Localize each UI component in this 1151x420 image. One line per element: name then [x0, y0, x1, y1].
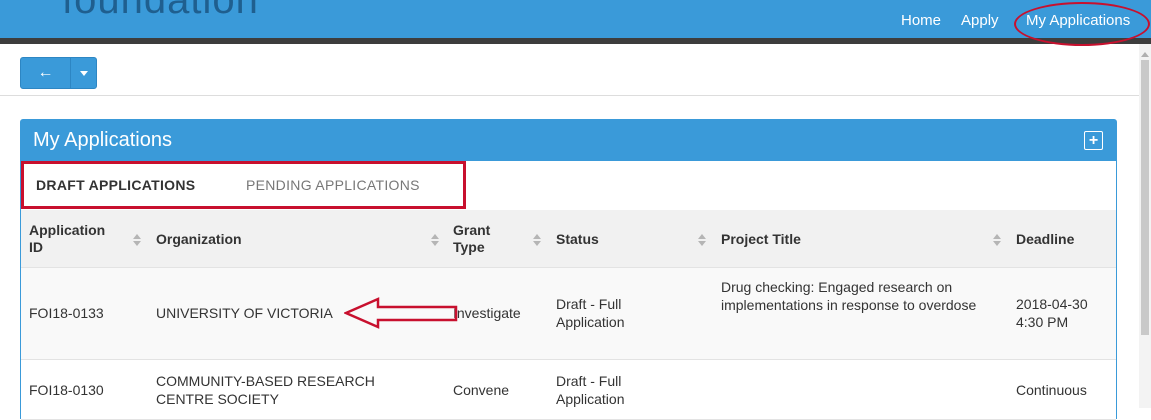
- column-header-grant-type[interactable]: Grant Type: [453, 222, 503, 256]
- sort-icon[interactable]: [133, 234, 141, 246]
- top-navbar: foundation Home Apply My Applications: [0, 0, 1151, 40]
- cell-grant-type: Investigate: [453, 305, 521, 321]
- panel-title: My Applications: [33, 129, 172, 151]
- column-header-organization[interactable]: Organization: [156, 231, 242, 248]
- cell-grant-type: Convene: [453, 382, 510, 398]
- logo[interactable]: foundation: [62, 0, 259, 23]
- cell-deadline: Continuous: [1016, 382, 1087, 398]
- cell-application-id[interactable]: FOI18-0133: [29, 304, 104, 322]
- panel-header: My Applications +: [21, 120, 1116, 161]
- chevron-down-icon: [79, 70, 88, 76]
- add-application-button[interactable]: +: [1084, 131, 1103, 150]
- toolbar-divider: [0, 95, 1139, 96]
- sort-icon[interactable]: [533, 234, 541, 246]
- plus-icon: +: [1088, 131, 1099, 149]
- back-button[interactable]: ←: [21, 58, 71, 88]
- nav-my-applications[interactable]: My Applications: [1026, 12, 1130, 29]
- table-row[interactable]: FOI18-0130 COMMUNITY-BASED RESEARCH CENT…: [21, 360, 1116, 420]
- tab-pending-applications[interactable]: PENDING APPLICATIONS: [246, 177, 420, 193]
- back-button-group[interactable]: ←: [20, 57, 97, 89]
- column-header-application-id[interactable]: Application ID: [29, 222, 109, 256]
- cell-application-id[interactable]: FOI18-0130: [29, 381, 104, 399]
- navbar-shadow: [0, 38, 1151, 44]
- my-applications-panel: My Applications + DRAFT APPLICATIONS PEN…: [20, 119, 1117, 420]
- back-dropdown-button[interactable]: [71, 58, 96, 88]
- cell-status: Draft - Full Application: [556, 373, 625, 407]
- scroll-up-icon[interactable]: [1141, 52, 1149, 57]
- sort-icon[interactable]: [431, 234, 439, 246]
- sort-icon[interactable]: [993, 234, 1001, 246]
- cell-deadline: 2018-04-30 4:30 PM: [1016, 296, 1088, 330]
- cell-organization: UNIVERSITY OF VICTORIA: [156, 305, 333, 321]
- column-header-status[interactable]: Status: [556, 231, 599, 248]
- nav-home[interactable]: Home: [901, 12, 941, 29]
- scrollbar-thumb[interactable]: [1141, 60, 1149, 335]
- nav-apply[interactable]: Apply: [961, 12, 999, 29]
- table-row[interactable]: FOI18-0133 UNIVERSITY OF VICTORIA Invest…: [21, 268, 1116, 360]
- tab-draft-applications[interactable]: DRAFT APPLICATIONS: [36, 177, 195, 193]
- back-arrow-icon: ←: [37, 64, 54, 81]
- active-tab-indicator: [21, 206, 226, 208]
- cell-project-title: Drug checking: Engaged research on imple…: [721, 279, 977, 313]
- cell-organization: COMMUNITY-BASED RESEARCH CENTRE SOCIETY: [156, 373, 375, 407]
- column-header-deadline[interactable]: Deadline: [1016, 231, 1074, 248]
- cell-status: Draft - Full Application: [556, 296, 625, 330]
- sort-icon[interactable]: [698, 234, 706, 246]
- column-header-project-title[interactable]: Project Title: [721, 231, 801, 248]
- table-header: Application ID Organization Grant Type S…: [21, 210, 1116, 268]
